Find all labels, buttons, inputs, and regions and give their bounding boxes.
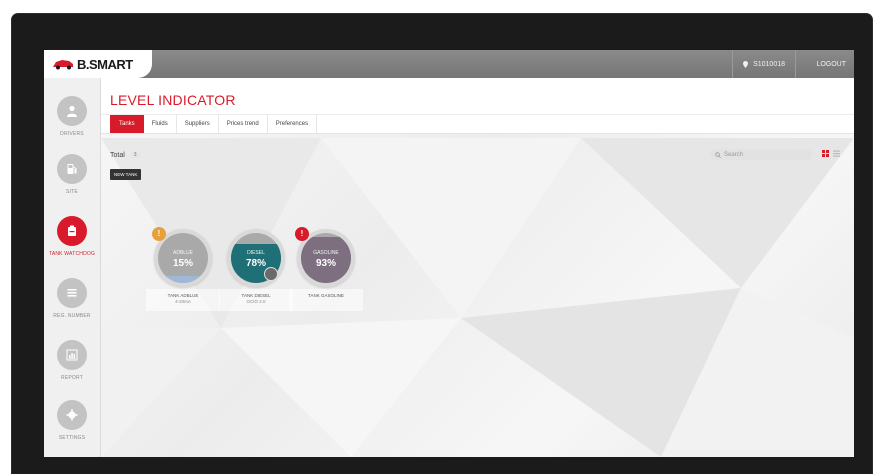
tank-level-fill xyxy=(158,275,208,283)
sidebar-item-label: DRIVERS xyxy=(60,131,84,137)
tank-sensor: OCIO 2.0 xyxy=(246,299,266,304)
sidebar-item-label: REG. NUMBER xyxy=(53,313,91,319)
grid-view-icon[interactable] xyxy=(822,150,829,157)
search-placeholder: Search xyxy=(724,151,744,158)
warning-alert-icon: ! xyxy=(152,227,166,241)
total-label: Total xyxy=(110,151,125,159)
title-bar: LEVEL INDICATOR xyxy=(101,78,854,114)
tank-fluid-label: GASOLINE xyxy=(313,250,339,256)
sidebar-item-label: SITE xyxy=(66,189,78,195)
tank-level-percent: 15% xyxy=(172,258,193,269)
car-logo-icon xyxy=(53,60,73,70)
tank-icon xyxy=(68,225,76,236)
tab-prices-trend[interactable]: Prices trend xyxy=(219,115,268,133)
sidebar-item-report[interactable]: REPORT xyxy=(44,340,100,381)
list-view-icon[interactable] xyxy=(833,150,840,157)
list-icon xyxy=(67,289,77,297)
tank-level-percent: 93% xyxy=(315,258,336,269)
user-menu[interactable]: S1010018 xyxy=(732,50,796,78)
sensor-device-icon xyxy=(264,267,278,281)
sidebar-item-label: REPORT xyxy=(61,375,83,381)
tank-fluid-label: ADBLUE xyxy=(172,250,193,256)
search-icon xyxy=(715,151,721,158)
background-pattern xyxy=(101,138,854,457)
user-id: S1010018 xyxy=(753,60,785,68)
sidebar-item-settings[interactable]: SETTINGS xyxy=(44,400,100,441)
tab-preferences[interactable]: Preferences xyxy=(268,115,318,133)
total-count-badge: 3 xyxy=(129,151,141,159)
sidebar-item-site[interactable]: SITE xyxy=(44,154,100,195)
sidebar-item-tank-watchdog[interactable]: TANK WATCHDOG xyxy=(44,216,100,257)
page-title: LEVEL INDICATOR xyxy=(110,92,236,108)
tab-tanks[interactable]: Tanks xyxy=(110,115,144,133)
tank-sensor: 4-20mA xyxy=(175,299,191,304)
sidebar-item-drivers[interactable]: DRIVERS xyxy=(44,96,100,137)
top-bar: B.SMART S1010018 LOGOUT xyxy=(44,50,854,78)
person-icon xyxy=(67,105,77,117)
view-toggle xyxy=(822,150,840,157)
bar-chart-icon xyxy=(66,349,78,361)
search-input[interactable]: Search xyxy=(710,149,812,160)
tank-name: TANK GASOLINE xyxy=(308,293,344,298)
sidebar-item-reg-number[interactable]: REG. NUMBER xyxy=(44,278,100,319)
total-counter: Total 3 xyxy=(110,151,141,159)
sidebar: DRIVERS SITE TANK WATCHDOG REG. NUMBER R… xyxy=(44,78,101,457)
sidebar-item-label: SETTINGS xyxy=(58,435,86,441)
sidebar-item-label: TANK WATCHDOG xyxy=(48,251,96,257)
tab-suppliers[interactable]: Suppliers xyxy=(177,115,219,133)
app-screen: B.SMART S1010018 LOGOUT DRIVERS SITE TAN… xyxy=(44,50,854,457)
logo-text: B.SMART xyxy=(77,56,133,72)
tab-bar: Tanks Fluids Suppliers Prices trend Pref… xyxy=(101,114,854,134)
fuel-pump-icon xyxy=(67,164,77,174)
location-pin-icon xyxy=(743,60,749,68)
new-tank-button[interactable]: NEW TANK xyxy=(110,169,142,180)
gear-icon xyxy=(66,409,78,421)
main-content: LEVEL INDICATOR Tanks Fluids Suppliers P… xyxy=(101,78,854,457)
tab-fluids[interactable]: Fluids xyxy=(144,115,177,133)
error-alert-icon: ! xyxy=(295,227,309,241)
logo[interactable]: B.SMART xyxy=(44,50,152,78)
logout-button[interactable]: LOGOUT xyxy=(816,50,846,78)
tank-fluid-label: DIESEL xyxy=(247,250,265,256)
